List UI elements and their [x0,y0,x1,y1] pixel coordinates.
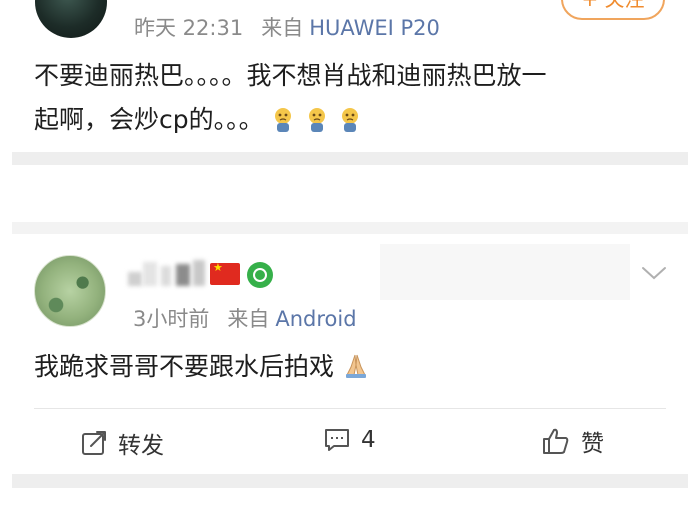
like-label: 赞 [581,431,604,457]
repost-button[interactable]: 转发 [80,426,164,460]
comment-source[interactable]: Android [275,307,356,331]
redacted-username[interactable] [193,260,205,286]
comment-bubble-icon [325,429,349,451]
post-meta: 昨天 22:31 来自 HUAWEI P20 [134,12,440,42]
post-text-line2: 起啊，会炒cp的。。。 [34,105,264,134]
repost-icon [82,431,106,455]
redacted-username[interactable] [143,262,157,286]
comment-meta: 3小时前 来自 Android [133,303,357,333]
comment-time: 3小时前 [133,307,210,331]
comment-text-body: 我跪求哥哥不要跟水后拍戏 [34,352,335,381]
post-text: 不要迪丽热巴。。。。我不想肖战和迪丽热巴放一 起啊，会炒cp的。。。 [34,54,674,143]
china-flag-icon [210,261,240,285]
comment-count: 4 [361,427,376,453]
redacted-area [380,244,630,300]
chevron-down-icon[interactable] [640,262,668,284]
commenter-avatar[interactable] [34,255,106,327]
section-separator [12,152,688,165]
section-separator [12,222,688,234]
folded-hands-icon [345,354,366,378]
crying-face-icon [308,108,325,132]
follow-button[interactable]: + 关注 [561,0,665,20]
post-source[interactable]: HUAWEI P20 [309,16,440,40]
comment-text: 我跪求哥哥不要跟水后拍戏 [34,345,370,389]
member-badge-icon [247,262,273,288]
redacted-username[interactable] [161,266,171,286]
post-time: 昨天 22:31 [134,16,244,40]
redacted-username[interactable] [128,272,142,286]
post-text-line1: 不要迪丽热巴。。。。我不想肖战和迪丽热巴放一 [34,61,547,90]
thumbs-up-icon [543,428,569,454]
section-separator [12,474,688,488]
comment-button[interactable]: 4 [323,426,376,454]
post-source-label: 来自 [261,16,304,40]
crying-face-icon [274,108,291,132]
action-divider [34,408,666,409]
comment-source-label: 来自 [227,307,270,331]
crying-face-icon [342,108,359,132]
like-button[interactable]: 赞 [541,424,604,458]
redacted-username[interactable] [176,264,190,286]
repost-label: 转发 [118,433,164,459]
user-avatar[interactable] [35,0,107,38]
emoji-group [272,99,366,143]
